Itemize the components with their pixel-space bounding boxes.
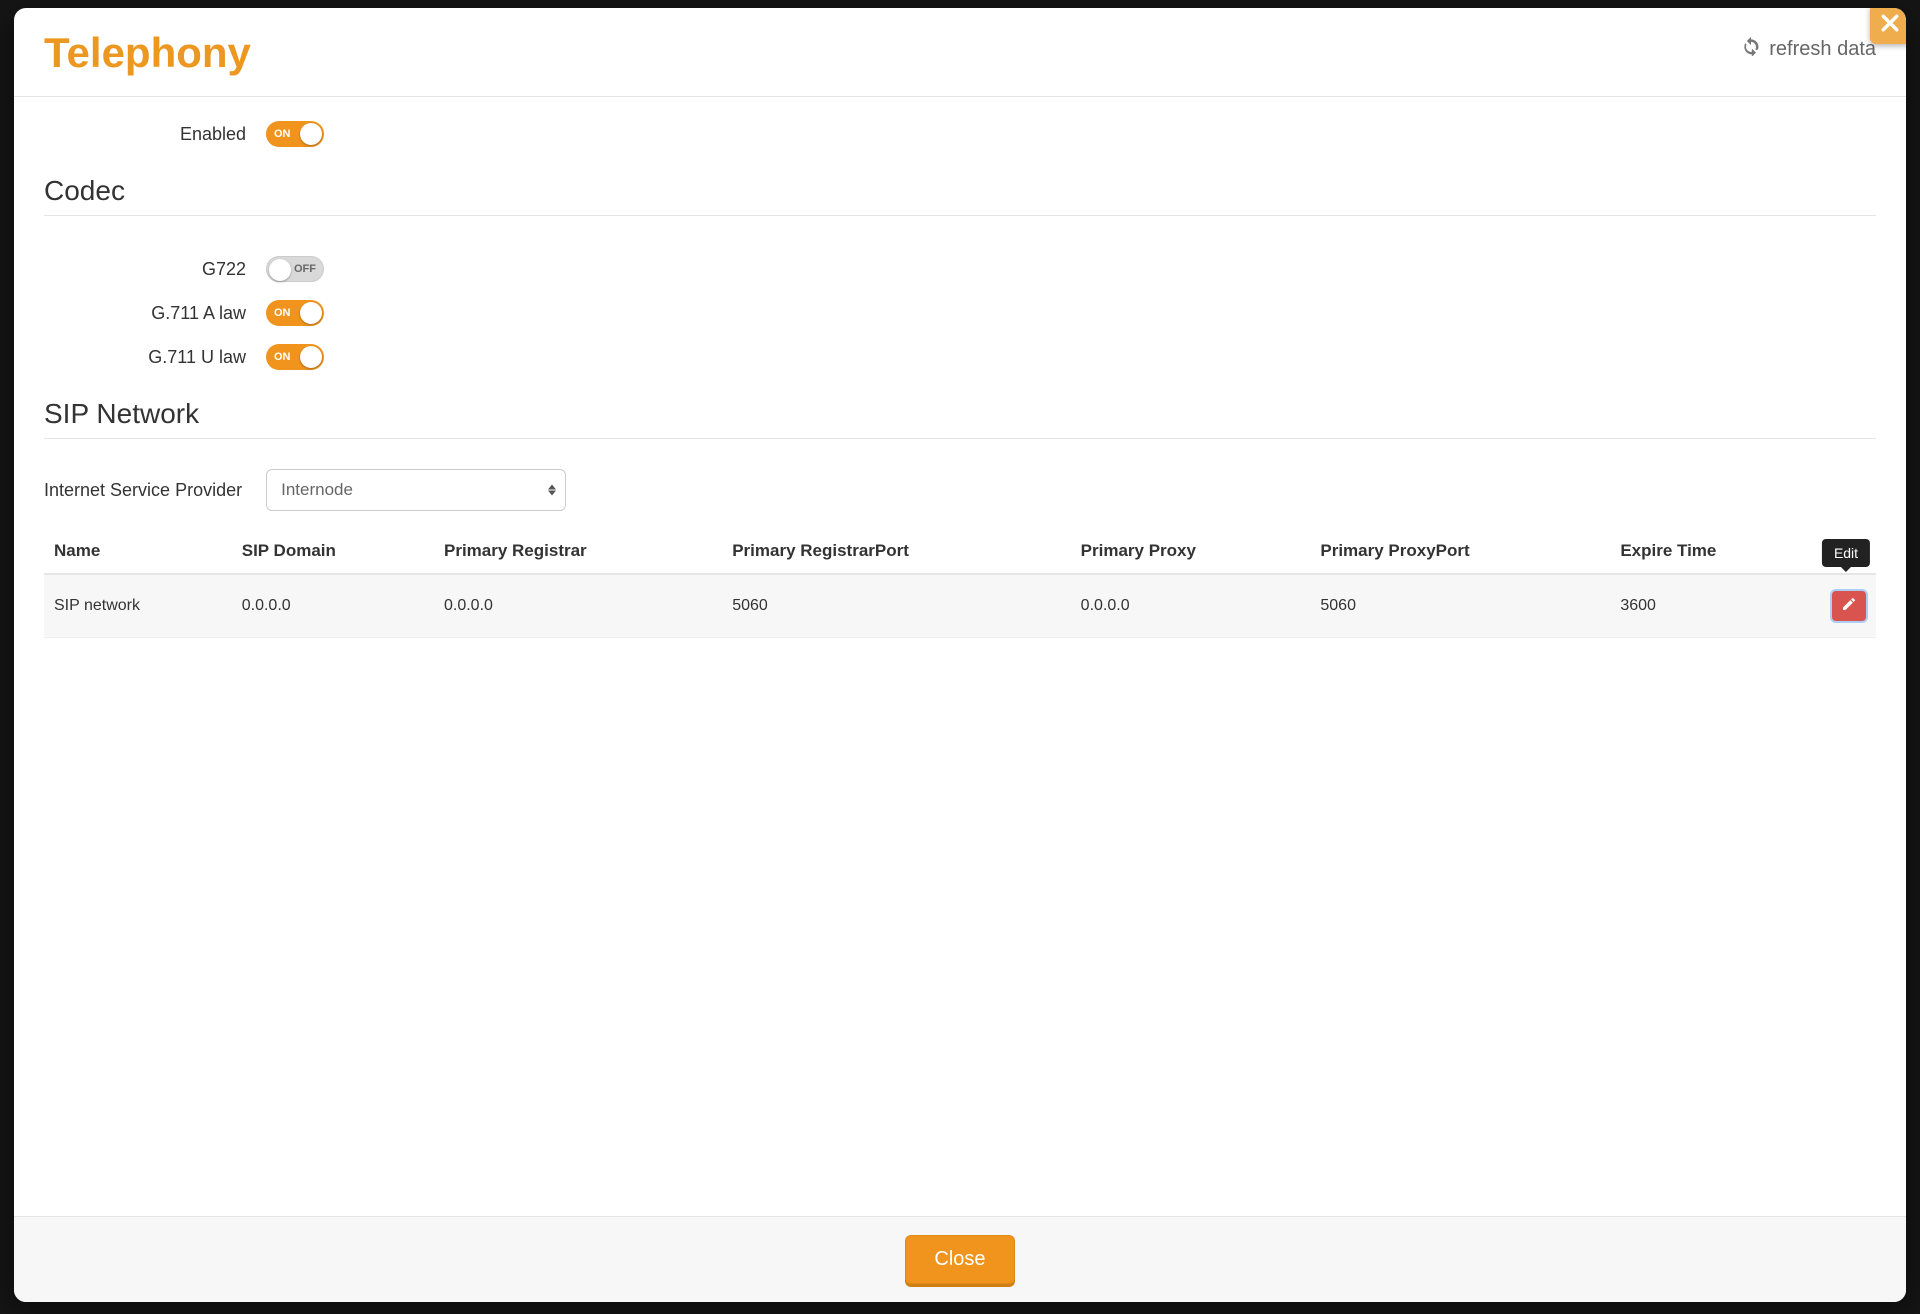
table-row: SIP network0.0.0.00.0.0.050600.0.0.05060… (44, 574, 1876, 638)
codec-section-title: Codec (44, 175, 1876, 207)
modal-close-button[interactable] (1870, 8, 1906, 44)
toggle-on-text: ON (274, 351, 291, 363)
table-column-header: Primary Proxy (1071, 529, 1311, 574)
isp-select-wrap: Internode (266, 469, 566, 511)
toggle-knob (300, 346, 322, 368)
close-icon (1881, 14, 1899, 35)
isp-row: Internet Service Provider Internode (44, 469, 1876, 511)
table-cell: 5060 (722, 574, 1070, 638)
table-column-header: Expire Time (1610, 529, 1816, 574)
codec-row: G722ONOFF (44, 256, 1876, 282)
codec-row: G.711 U lawONOFF (44, 344, 1876, 370)
close-button[interactable]: Close (905, 1235, 1014, 1284)
table-cell: SIP network (44, 574, 232, 638)
sip-table: NameSIP DomainPrimary RegistrarPrimary R… (44, 529, 1876, 638)
modal-body: Enabled ON OFF Codec G722ONOFFG.711 A la… (14, 97, 1906, 1216)
refresh-label: refresh data (1769, 38, 1876, 61)
toggle-on-text: ON (274, 128, 291, 140)
toggle-knob (300, 123, 322, 145)
table-cell: 5060 (1310, 574, 1610, 638)
codec-row: G.711 A lawONOFF (44, 300, 1876, 326)
sip-section-title: SIP Network (44, 398, 1876, 430)
table-cell: 3600 (1610, 574, 1816, 638)
table-column-header: Primary ProxyPort (1310, 529, 1610, 574)
enabled-toggle[interactable]: ON OFF (266, 121, 324, 147)
isp-select[interactable]: Internode (266, 469, 566, 511)
codec-label: G.711 U law (44, 347, 266, 368)
table-column-header: Name (44, 529, 232, 574)
codec-toggle[interactable]: ONOFF (266, 300, 324, 326)
edit-tooltip: Edit (1822, 539, 1870, 567)
codec-label: G.711 A law (44, 303, 266, 324)
table-cell-actions: Edit (1816, 574, 1876, 638)
codec-group: G722ONOFFG.711 A lawONOFFG.711 U lawONOF… (44, 256, 1876, 370)
edit-button[interactable] (1832, 591, 1866, 621)
refresh-data-button[interactable]: refresh data (1741, 36, 1876, 62)
close-button-label: Close (934, 1248, 985, 1270)
table-column-header: Primary Registrar (434, 529, 722, 574)
divider (44, 215, 1876, 216)
divider (44, 438, 1876, 439)
toggle-knob (269, 259, 291, 281)
table-cell: 0.0.0.0 (232, 574, 434, 638)
enabled-row: Enabled ON OFF (44, 121, 1876, 147)
table-cell: 0.0.0.0 (1071, 574, 1311, 638)
toggle-off-text: OFF (294, 263, 316, 275)
toggle-knob (300, 302, 322, 324)
table-column-header: SIP Domain (232, 529, 434, 574)
isp-selected-value: Internode (281, 480, 353, 500)
chevron-updown-icon (548, 485, 556, 496)
table-column-header: Primary RegistrarPort (722, 529, 1070, 574)
telephony-modal: Telephony refresh data Enabled ON OFF Co… (14, 8, 1906, 1302)
refresh-icon (1741, 36, 1761, 62)
isp-label: Internet Service Provider (44, 480, 242, 501)
modal-footer: Close (14, 1216, 1906, 1302)
toggle-on-text: ON (274, 307, 291, 319)
edit-icon (1841, 596, 1857, 617)
codec-label: G722 (44, 259, 266, 280)
codec-toggle[interactable]: ONOFF (266, 344, 324, 370)
codec-toggle[interactable]: ONOFF (266, 256, 324, 282)
table-cell: 0.0.0.0 (434, 574, 722, 638)
page-title: Telephony (44, 30, 251, 76)
enabled-label: Enabled (44, 124, 266, 145)
modal-header: Telephony refresh data (14, 8, 1906, 97)
